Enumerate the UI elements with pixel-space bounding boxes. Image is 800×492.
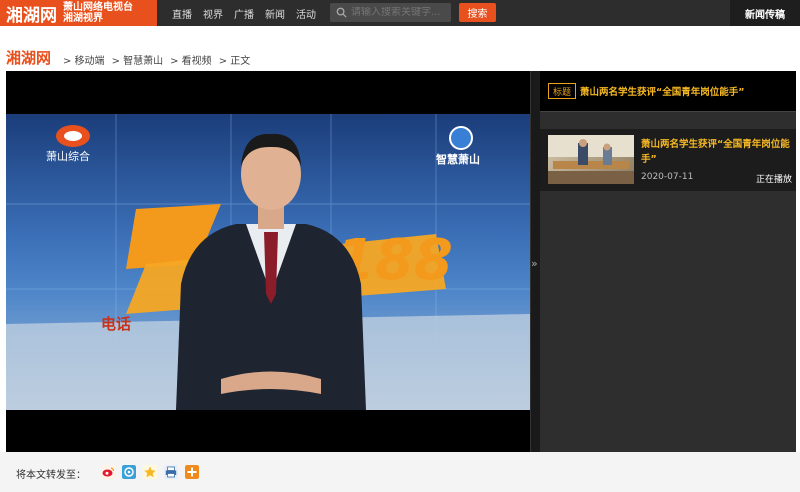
breadcrumb-article: > 正文 <box>218 56 251 67</box>
channel-logo-right: 智慧萧山 <box>436 126 480 166</box>
share-icons <box>101 465 199 479</box>
section-brand[interactable]: 湘湖网 <box>6 47 51 68</box>
logo-subtitle: 萧山网络电视台 湘湖视界 <box>63 2 133 24</box>
nav-item-news[interactable]: 新闻 <box>265 6 285 21</box>
channel-name-left: 萧山综合 <box>46 149 90 163</box>
more-share-icon[interactable] <box>185 465 199 479</box>
logo-subtitle-2: 湘湖视界 <box>63 13 103 24</box>
title-tag: 标题 <box>548 83 577 99</box>
video-thumbnail <box>548 135 634 184</box>
current-video-title: 萧山两名学生获评“全国青年岗位能手” <box>580 87 745 98</box>
breadcrumb-smart-xiaoshan[interactable]: > 智慧萧山 <box>112 52 164 67</box>
playlist-panel: 标题 萧山两名学生获评“全国青年岗位能手” 萧山两名学生获评“全国青年岗位能手”… <box>540 71 796 452</box>
search-icon <box>336 7 347 18</box>
collapse-arrow-icon[interactable]: » <box>531 257 538 270</box>
print-icon[interactable] <box>164 465 178 479</box>
nav-item-live[interactable]: 直播 <box>172 6 192 21</box>
channel-logo-left: 萧山综合 <box>46 125 90 163</box>
playlist-item-date: 2020-07-11 <box>641 172 694 182</box>
search-box <box>330 3 451 22</box>
share-label: 将本文转发至： <box>16 470 86 481</box>
logo-subtitle-1: 萧山网络电视台 <box>63 2 133 13</box>
breadcrumb-mobile[interactable]: > 移动端 <box>63 52 105 67</box>
nav-item-video[interactable]: 视界 <box>203 6 223 21</box>
nav-item-radio[interactable]: 广播 <box>234 6 254 21</box>
weibo-icon[interactable] <box>101 465 115 479</box>
news-submit-tab[interactable]: 新闻传稿 <box>730 0 800 26</box>
share-bar: 将本文转发至： <box>0 452 800 492</box>
nav-item-events[interactable]: 活动 <box>296 6 316 21</box>
video-player: 188 电话 萧山综合 智慧萧山 » 标题 萧山两名学生获评“全国青年岗位能手”… <box>6 71 796 452</box>
playlist-item-title: 萧山两名学生获评“全国青年岗位能手” <box>641 139 790 165</box>
qzone-icon[interactable] <box>143 465 157 479</box>
site-logo[interactable]: 湘湖网 萧山网络电视台 湘湖视界 <box>0 0 157 26</box>
top-bar: 湘湖网 萧山网络电视台 湘湖视界 直播 视界 广播 新闻 活动 搜索 新闻传稿 <box>0 0 800 26</box>
ticker-text: 电话 <box>101 315 131 333</box>
playlist-header: 标题 萧山两名学生获评“全国青年岗位能手” <box>540 71 796 112</box>
channel-name-right: 智慧萧山 <box>436 152 480 166</box>
main-nav: 直播 视界 广播 新闻 活动 <box>172 0 316 26</box>
playlist-item[interactable]: 萧山两名学生获评“全国青年岗位能手” 2020-07-11 正在播放 <box>540 129 796 191</box>
thumbnail-scene <box>548 135 634 184</box>
breadcrumb: > 移动端 > 智慧萧山 > 看视频 > 正文 <box>63 52 250 67</box>
video-frame[interactable]: 188 电话 萧山综合 智慧萧山 <box>6 114 530 410</box>
logo-text: 湘湖网 <box>6 5 57 26</box>
search-button[interactable]: 搜索 <box>459 3 496 22</box>
breadcrumb-watch-video[interactable]: > 看视频 <box>170 52 212 67</box>
now-playing-status: 正在播放 <box>755 175 792 185</box>
presenter <box>176 133 366 410</box>
tencent-icon[interactable] <box>122 465 136 479</box>
video-scene: 188 电话 萧山综合 智慧萧山 <box>6 114 530 410</box>
search-input[interactable] <box>351 7 451 18</box>
